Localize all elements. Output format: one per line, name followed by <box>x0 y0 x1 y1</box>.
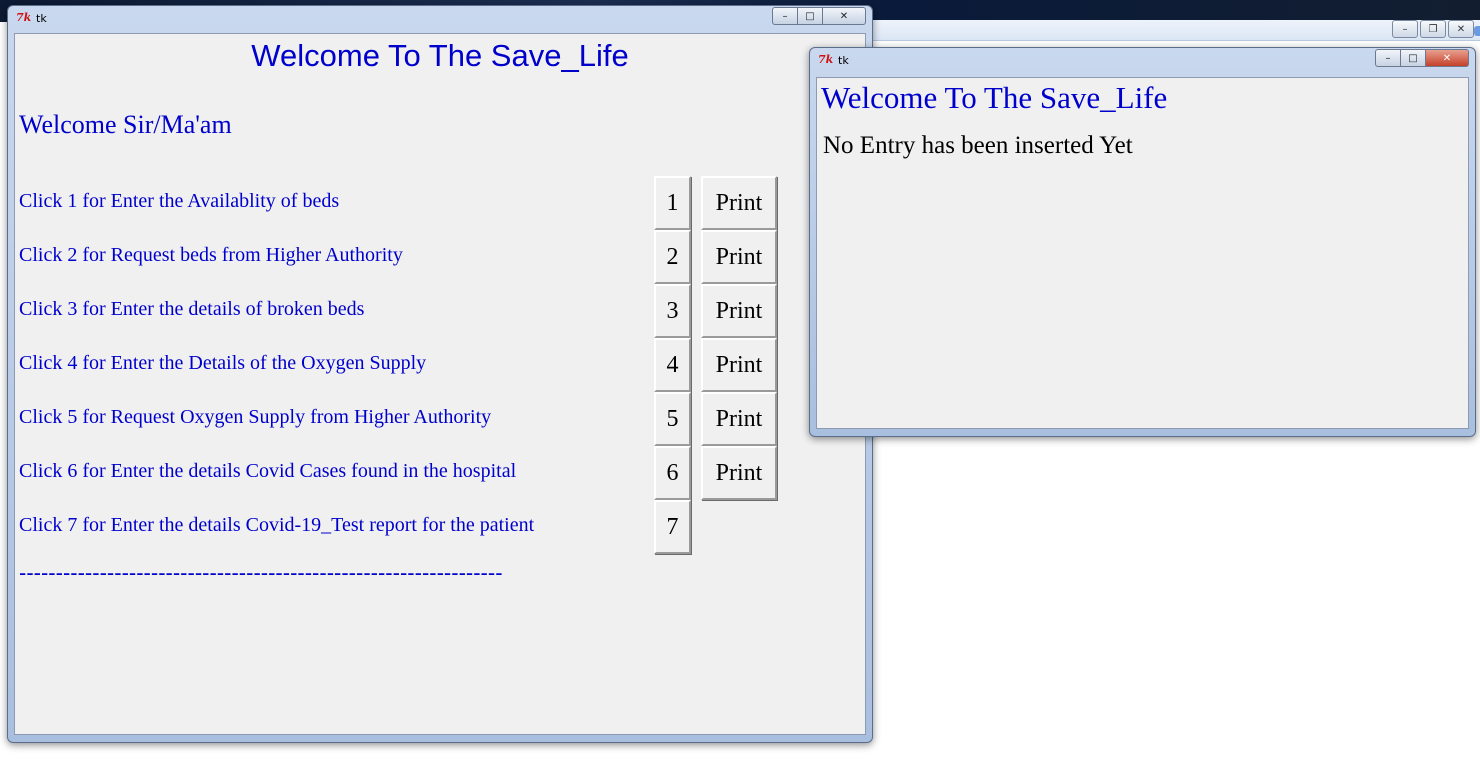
bg-restore-icon[interactable]: ❐ <box>1420 20 1446 38</box>
popup-message: No Entry has been inserted Yet <box>823 132 1133 159</box>
option-label-4: Click 4 for Enter the Details of the Oxy… <box>19 352 427 374</box>
popup-minimize-button[interactable]: – <box>1375 49 1401 67</box>
print-5-button[interactable]: Print <box>701 392 777 446</box>
popup-window-client: Welcome To The Save_Life No Entry has be… <box>816 77 1469 429</box>
tk-feather-icon: 7k <box>818 53 834 66</box>
option-label-6: Click 6 for Enter the details Covid Case… <box>19 460 517 482</box>
option-label-2: Click 2 for Request beds from Higher Aut… <box>19 244 403 266</box>
option-label-3: Click 3 for Enter the details of broken … <box>19 298 365 320</box>
maximize-button[interactable]: □ <box>798 7 823 25</box>
option-label-5: Click 5 for Request Oxygen Supply from H… <box>19 406 492 428</box>
option-6-button[interactable]: 6 <box>654 446 691 500</box>
print-3-button[interactable]: Print <box>701 284 777 338</box>
close-button[interactable]: ✕ <box>823 7 866 25</box>
print-2-button[interactable]: Print <box>701 230 777 284</box>
minimize-button[interactable]: – <box>772 7 798 25</box>
divider-line: ----------------------------------------… <box>19 560 503 585</box>
print-4-button[interactable]: Print <box>701 338 777 392</box>
background-window-titlebar: – ❐ ✕ <box>868 20 1480 41</box>
option-2-button[interactable]: 2 <box>654 230 691 284</box>
main-window-titlebar[interactable]: 7k tk – □ ✕ <box>8 6 872 30</box>
print-1-button[interactable]: Print <box>701 176 777 230</box>
option-3-button[interactable]: 3 <box>654 284 691 338</box>
greeting-label: Welcome Sir/Ma'am <box>19 110 232 139</box>
option-label-7: Click 7 for Enter the details Covid-19_T… <box>19 514 535 536</box>
page-title: Welcome To The Save_Life <box>251 38 629 73</box>
print-6-button[interactable]: Print <box>701 446 777 500</box>
option-5-button[interactable]: 5 <box>654 392 691 446</box>
bg-close-icon[interactable]: ✕ <box>1448 20 1474 38</box>
popup-window-title: tk <box>838 53 849 67</box>
popup-window-titlebar[interactable]: 7k tk – □ ✕ <box>810 48 1475 72</box>
background-scroll-indicator <box>1474 26 1480 36</box>
popup-title: Welcome To The Save_Life <box>821 80 1168 115</box>
option-1-button[interactable]: 1 <box>654 176 691 230</box>
main-window-title: tk <box>36 11 47 25</box>
popup-maximize-button[interactable]: □ <box>1401 49 1426 67</box>
option-4-button[interactable]: 4 <box>654 338 691 392</box>
main-window-client: Welcome To The Save_Life Welcome Sir/Ma'… <box>14 33 866 735</box>
tk-feather-icon: 7k <box>16 11 32 24</box>
popup-window: 7k tk – □ ✕ Welcome To The Save_Life No … <box>809 47 1476 437</box>
main-window: 7k tk – □ ✕ Welcome To The Save_Life Wel… <box>7 5 873 743</box>
popup-close-button[interactable]: ✕ <box>1426 49 1469 67</box>
bg-minimize-icon[interactable]: – <box>1392 20 1418 38</box>
option-7-button[interactable]: 7 <box>654 500 691 554</box>
option-label-1: Click 1 for Enter the Availablity of bed… <box>19 190 340 212</box>
